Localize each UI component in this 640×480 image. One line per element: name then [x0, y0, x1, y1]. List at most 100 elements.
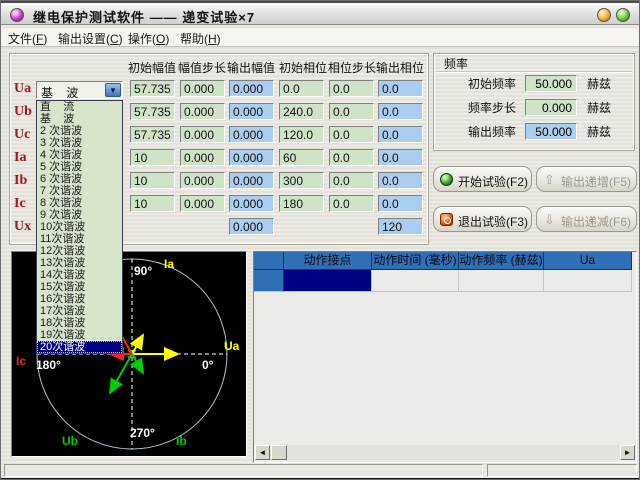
ic-phase-step-input[interactable]: 0.0 — [329, 195, 374, 212]
title-bar: 继电保护测试软件 —— 递变试验×7 — [1, 1, 640, 25]
action-frequency-cell[interactable] — [459, 270, 544, 292]
ia-output-amplitude-value: 0.000 — [229, 149, 274, 166]
uc-output-phase-value: 0.0 — [378, 126, 423, 143]
dropdown-option-harmonic-17[interactable]: 17次谐波 — [37, 305, 122, 317]
ub-initial-amplitude-input[interactable]: 57.735 — [130, 103, 175, 120]
angle-label-0: 0° — [202, 358, 213, 372]
scroll-left-arrow-icon[interactable]: ◄ — [255, 445, 270, 460]
ua-phase-step-input[interactable]: 0.0 — [329, 80, 374, 97]
status-bar — [1, 463, 640, 478]
chevron-down-icon[interactable]: ▼ — [105, 83, 121, 97]
menu-operate[interactable]: 操作(O) — [128, 30, 169, 47]
ia-initial-amplitude-input[interactable]: 10 — [130, 149, 175, 166]
dropdown-option-harmonic-4[interactable]: 4 次谐波 — [37, 149, 122, 161]
phasor-label-ua: Ua — [224, 339, 239, 353]
dropdown-option-harmonic-13[interactable]: 13次谐波 — [37, 257, 122, 269]
arrow-up-icon: ⇧ — [543, 173, 556, 186]
dropdown-option-dc[interactable]: 直 流 — [37, 101, 122, 113]
ib-phase-step-input[interactable]: 0.0 — [329, 172, 374, 189]
ub-phase-step-input[interactable]: 0.0 — [329, 103, 374, 120]
channel-label-ia: Ia — [14, 150, 38, 166]
app-icon — [10, 8, 24, 22]
uc-phase-step-input[interactable]: 0.0 — [329, 126, 374, 143]
ia-output-phase-value: 0.0 — [378, 149, 423, 166]
ua-initial-amplitude-input[interactable]: 57.735 — [130, 80, 175, 97]
ua-cell[interactable] — [544, 270, 632, 292]
dropdown-option-harmonic-16[interactable]: 16次谐波 — [37, 293, 122, 305]
vector-ia — [132, 335, 143, 354]
frequency-title-separator — [436, 71, 632, 73]
menu-file[interactable]: 文件(F) — [8, 30, 47, 47]
scrollbar-thumb[interactable] — [271, 445, 287, 460]
dropdown-option-harmonic-6[interactable]: 6 次谐波 — [37, 173, 122, 185]
scroll-right-arrow-icon[interactable]: ► — [620, 445, 635, 460]
output-frequency-unit: 赫兹 — [587, 123, 611, 140]
uc-amplitude-step-input[interactable]: 0.000 — [180, 126, 225, 143]
uc-initial-amplitude-input[interactable]: 57.735 — [130, 126, 175, 143]
dropdown-option-harmonic-2[interactable]: 2 次谐波 — [37, 125, 122, 137]
dropdown-option-harmonic-18[interactable]: 18次谐波 — [37, 317, 122, 329]
ib-output-amplitude-value: 0.000 — [229, 172, 274, 189]
exit-test-button[interactable]: 退出试验(F3) — [433, 206, 532, 232]
ic-output-amplitude-value: 0.000 — [229, 195, 274, 212]
dropdown-option-harmonic-5[interactable]: 5 次谐波 — [37, 161, 122, 173]
start-icon — [440, 173, 453, 186]
uc-output-amplitude-value: 0.000 — [229, 126, 274, 143]
ia-initial-phase-input[interactable]: 60 — [279, 149, 324, 166]
window-title: 继电保护测试软件 —— 递变试验×7 — [33, 7, 255, 26]
dropdown-option-harmonic-15[interactable]: 15次谐波 — [37, 281, 122, 293]
header-row-indicator — [254, 252, 284, 270]
dropdown-option-harmonic-9[interactable]: 9 次谐波 — [37, 209, 122, 221]
ux-output-amplitude-value: 0.000 — [229, 218, 274, 235]
initial-frequency-input[interactable]: 50.000 — [525, 75, 577, 92]
minimize-button[interactable] — [597, 8, 611, 22]
ub-amplitude-step-input[interactable]: 0.000 — [180, 103, 225, 120]
ic-initial-amplitude-input[interactable]: 10 — [130, 195, 175, 212]
start-test-button[interactable]: 开始试验(F2) — [433, 166, 532, 192]
ib-initial-amplitude-input[interactable]: 10 — [130, 172, 175, 189]
output-increase-button[interactable]: ⇧ 输出递增(F5) — [536, 166, 637, 192]
col-header-output-amplitude: 输出幅值 — [227, 59, 277, 76]
header-ua: Ua — [544, 252, 632, 270]
status-panel-left — [4, 464, 483, 477]
ia-amplitude-step-input[interactable]: 0.000 — [180, 149, 225, 166]
menu-output-settings[interactable]: 输出设置(C) — [58, 30, 123, 47]
horizontal-scrollbar[interactable]: ◄ ► — [255, 445, 635, 460]
menu-bar: 文件(F) 输出设置(C) 操作(O) 帮助(H) — [1, 28, 640, 47]
frequency-step-input[interactable]: 0.000 — [525, 99, 577, 116]
action-contact-cell-selected[interactable] — [284, 270, 372, 292]
dropdown-option-harmonic-12[interactable]: 12次谐波 — [37, 245, 122, 257]
ia-phase-step-input[interactable]: 0.0 — [329, 149, 374, 166]
dropdown-option-fundamental[interactable]: 基 波 — [37, 113, 122, 125]
close-button[interactable] — [616, 8, 630, 22]
ua-output-amplitude-value: 0.000 — [229, 80, 274, 97]
ub-output-amplitude-value: 0.000 — [229, 103, 274, 120]
dropdown-option-harmonic-7[interactable]: 7 次谐波 — [37, 185, 122, 197]
dropdown-option-harmonic-8[interactable]: 8 次谐波 — [37, 197, 122, 209]
channel-label-ub: Ub — [14, 104, 38, 120]
ic-amplitude-step-input[interactable]: 0.000 — [180, 195, 225, 212]
row-indicator-cell[interactable] — [254, 270, 284, 292]
dropdown-option-harmonic-20-highlighted[interactable]: 20次谐波 — [37, 341, 122, 353]
dropdown-option-harmonic-19[interactable]: 19次谐波 — [37, 329, 122, 341]
dropdown-option-harmonic-11[interactable]: 11次谐波 — [37, 233, 122, 245]
ib-amplitude-step-input[interactable]: 0.000 — [180, 172, 225, 189]
action-time-cell[interactable] — [372, 270, 459, 292]
output-decrease-button[interactable]: ⇩ 输出递减(F6) — [536, 206, 637, 232]
dropdown-option-harmonic-14[interactable]: 14次谐波 — [37, 269, 122, 281]
ib-initial-phase-input[interactable]: 300 — [279, 172, 324, 189]
ub-initial-phase-input[interactable]: 240.0 — [279, 103, 324, 120]
ua-amplitude-step-input[interactable]: 0.000 — [180, 80, 225, 97]
ic-initial-phase-input[interactable]: 180 — [279, 195, 324, 212]
uc-initial-phase-input[interactable]: 120.0 — [279, 126, 324, 143]
menu-help[interactable]: 帮助(H) — [180, 30, 221, 47]
dropdown-option-harmonic-3[interactable]: 3 次谐波 — [37, 137, 122, 149]
wave-type-selected-value: 基 波 — [41, 84, 78, 101]
frequency-panel: 频率 初始频率 50.000 赫兹 频率步长 0.000 赫兹 输出频率 50.… — [433, 53, 635, 151]
stop-icon — [440, 213, 453, 226]
wave-type-combobox[interactable]: 基 波 ▼ — [36, 81, 123, 99]
arrow-down-icon: ⇩ — [543, 213, 556, 226]
ua-initial-phase-input[interactable]: 0.0 — [279, 80, 324, 97]
dropdown-option-harmonic-10[interactable]: 10次谐波 — [37, 221, 122, 233]
channel-label-ua: Ua — [14, 81, 38, 97]
